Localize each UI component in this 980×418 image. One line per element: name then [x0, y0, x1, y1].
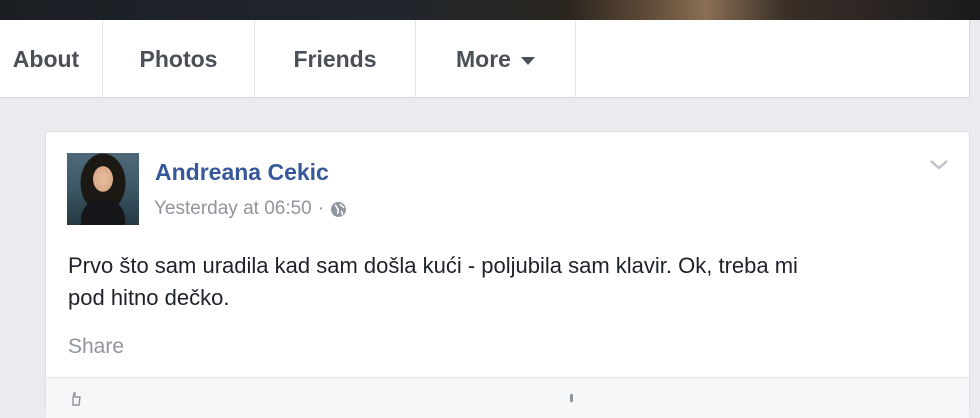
post-text: Prvo što sam uradila kad sam došla kući … [68, 250, 948, 314]
tab-more[interactable]: More [416, 20, 576, 98]
post-text-line: pod hitno dečko. [68, 285, 230, 310]
cover-photo [0, 0, 980, 20]
post-author-name[interactable]: Andreana Cekic [155, 159, 329, 186]
share-link[interactable]: Share [68, 335, 124, 359]
tab-friends-label: Friends [293, 45, 377, 72]
post-meta: Yesterday at 06:50 · [154, 198, 347, 220]
avatar[interactable] [67, 153, 139, 225]
thumbs-up-icon[interactable] [68, 392, 84, 406]
post-card: Andreana Cekic Yesterday at 06:50 · Prvo… [45, 131, 970, 418]
comment-icon[interactable] [570, 394, 573, 402]
tab-about[interactable]: About [0, 20, 103, 98]
post-timestamp[interactable]: Yesterday at 06:50 [154, 198, 312, 220]
post-action-bar [46, 377, 969, 418]
tab-about-label: About [12, 45, 80, 72]
tab-friends[interactable]: Friends [255, 20, 416, 98]
caret-down-icon [520, 56, 535, 65]
tab-more-label: More [456, 45, 511, 72]
tab-photos-label: Photos [139, 45, 218, 72]
post-text-line: Prvo što sam uradila kad sam došla kući … [68, 253, 798, 278]
tab-photos[interactable]: Photos [103, 20, 255, 98]
profile-nav-bar: About Photos Friends More [0, 20, 970, 98]
meta-separator: · [317, 198, 325, 219]
chevron-down-icon[interactable] [928, 158, 950, 172]
globe-icon[interactable] [330, 201, 347, 218]
